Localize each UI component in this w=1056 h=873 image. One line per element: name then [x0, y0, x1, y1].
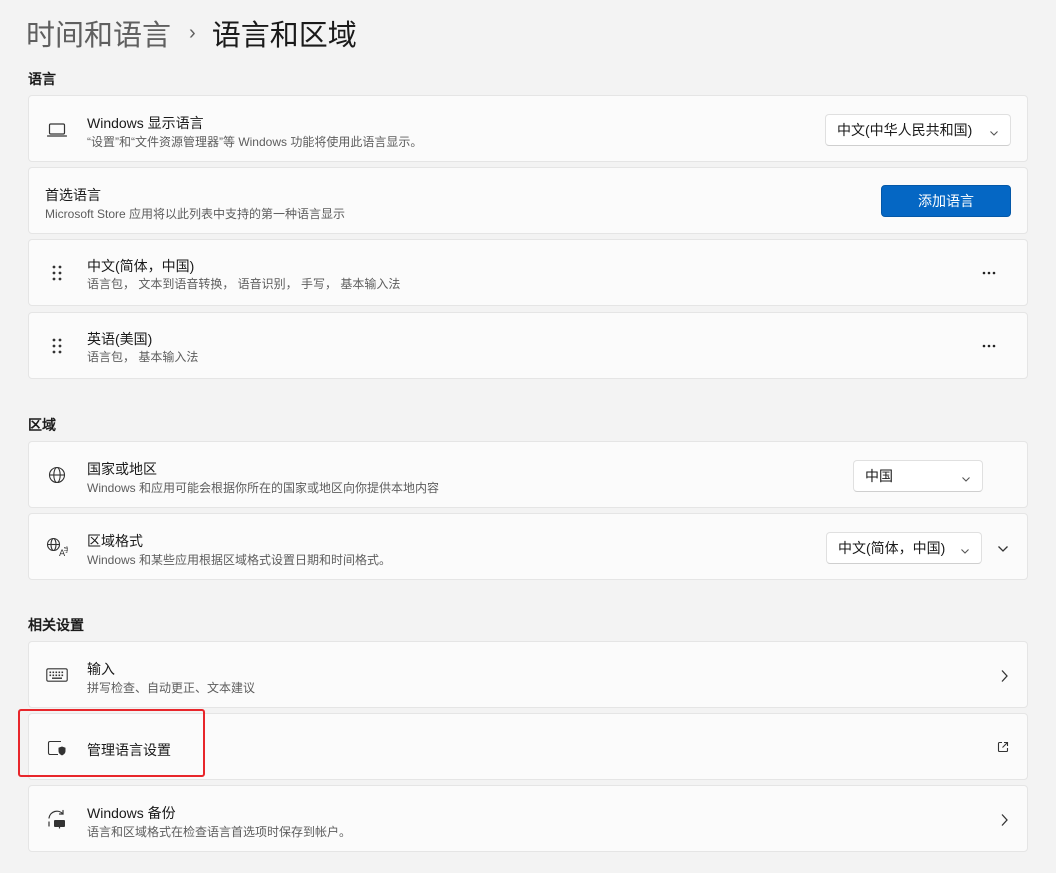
country-subtitle: Windows 和应用可能会根据你所在的国家或地区向你提供本地内容: [87, 481, 440, 495]
svg-text:字: 字: [64, 545, 69, 554]
chevron-down-icon: [960, 543, 970, 559]
backup-sync-icon: [46, 808, 68, 830]
country-dropdown[interactable]: 中国: [853, 460, 983, 492]
expand-chevron-icon[interactable]: [997, 542, 1009, 560]
typing-card[interactable]: 输入 拼写检查、自动更正、文本建议: [28, 641, 1028, 708]
language-item-features: 语言包， 基本输入法: [87, 350, 199, 364]
preferred-languages-card: 首选语言 Microsoft Store 应用将以此列表中支持的第一种语言显示 …: [28, 167, 1028, 234]
drag-handle-icon[interactable]: [46, 262, 68, 284]
regional-format-icon: A字: [46, 536, 68, 558]
windows-backup-title: Windows 备份: [87, 805, 176, 821]
country-selected: 中国: [865, 468, 893, 484]
regional-format-title: 区域格式: [87, 533, 143, 549]
display-language-selected: 中文(中华人民共和国): [837, 122, 973, 138]
windows-backup-card[interactable]: Windows 备份 语言和区域格式在检查语言首选项时保存到帐户。: [28, 785, 1028, 852]
windows-backup-subtitle: 语言和区域格式在检查语言首选项时保存到帐户。: [87, 825, 352, 839]
country-title: 国家或地区: [87, 461, 157, 477]
more-options-icon[interactable]: [977, 334, 1001, 358]
section-label-related: 相关设置: [28, 617, 84, 633]
admin-language-settings-card[interactable]: 管理语言设置: [28, 713, 1028, 780]
globe-icon: [46, 464, 68, 486]
language-item-name: 英语(美国): [87, 331, 153, 347]
regional-format-selected: 中文(简体，中国): [838, 540, 946, 556]
display-language-title: Windows 显示语言: [87, 115, 204, 131]
keyboard-icon: [46, 664, 68, 686]
display-language-card: Windows 显示语言 “设置”和“文件资源管理器”等 Windows 功能将…: [28, 95, 1028, 162]
section-label-region: 区域: [28, 417, 56, 433]
chevron-right-icon: [999, 813, 1009, 832]
breadcrumb-separator: ›: [189, 21, 196, 44]
language-item-name: 中文(简体，中国): [87, 258, 195, 274]
display-language-subtitle: “设置”和“文件资源管理器”等 Windows 功能将使用此语言显示。: [87, 135, 423, 149]
language-item-features: 语言包， 文本到语音转换， 语音识别， 手写， 基本输入法: [87, 277, 401, 291]
add-language-button[interactable]: 添加语言: [881, 185, 1011, 217]
more-options-icon[interactable]: [977, 261, 1001, 285]
preferred-languages-subtitle: Microsoft Store 应用将以此列表中支持的第一种语言显示: [45, 207, 346, 221]
section-label-language: 语言: [28, 71, 56, 87]
country-card: 国家或地区 Windows 和应用可能会根据你所在的国家或地区向你提供本地内容 …: [28, 441, 1028, 508]
chevron-down-icon: [989, 125, 999, 141]
shield-window-icon: [46, 737, 68, 759]
laptop-icon: [46, 119, 68, 141]
chevron-down-icon: [961, 471, 971, 487]
regional-format-card[interactable]: A字 区域格式 Windows 和某些应用根据区域格式设置日期和时间格式。 中文…: [28, 513, 1028, 580]
page-title: 语言和区域: [211, 20, 357, 52]
display-language-dropdown[interactable]: 中文(中华人民共和国): [825, 114, 1011, 146]
language-item[interactable]: 英语(美国) 语言包， 基本输入法: [28, 312, 1028, 379]
admin-language-settings-title: 管理语言设置: [87, 742, 171, 758]
regional-format-subtitle: Windows 和某些应用根据区域格式设置日期和时间格式。: [87, 553, 392, 567]
typing-title: 输入: [87, 661, 115, 677]
typing-subtitle: 拼写检查、自动更正、文本建议: [87, 681, 256, 695]
regional-format-dropdown[interactable]: 中文(简体，中国): [826, 532, 982, 564]
language-item[interactable]: 中文(简体，中国) 语言包， 文本到语音转换， 语音识别， 手写， 基本输入法: [28, 239, 1028, 306]
drag-handle-icon[interactable]: [46, 335, 68, 357]
chevron-right-icon: [999, 669, 1009, 688]
breadcrumb: 时间和语言 › 语言和区域: [26, 12, 357, 54]
external-link-icon: [997, 740, 1009, 758]
preferred-languages-title: 首选语言: [45, 187, 101, 203]
breadcrumb-parent-link[interactable]: 时间和语言: [26, 12, 171, 54]
